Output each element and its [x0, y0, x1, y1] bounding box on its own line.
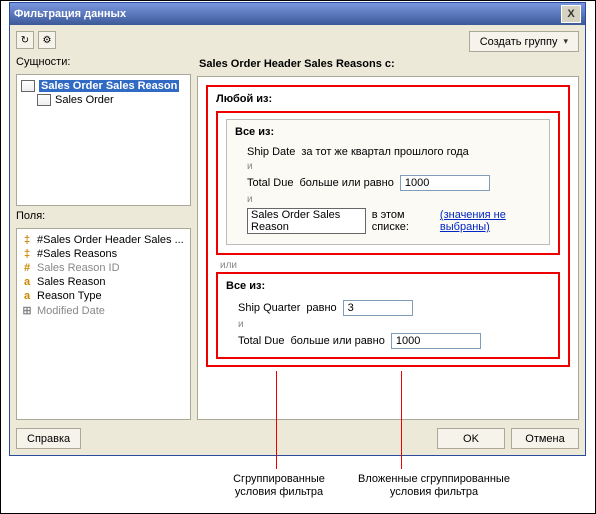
field-glyph-icon: ⊞: [21, 304, 33, 317]
outer-group: Любой из: Все из: Ship Date за тот же кв…: [206, 85, 570, 367]
field-row[interactable]: a Reason Type: [21, 289, 186, 303]
help-button[interactable]: Справка: [16, 428, 81, 449]
inner-group-2: Все из: Ship Quarter равно и Total Due б…: [216, 272, 560, 359]
cond-op[interactable]: в этом списке:: [372, 209, 434, 233]
value-input[interactable]: [343, 300, 413, 316]
titlebar: Фильтрация данных X: [10, 3, 585, 25]
field-label: Sales Reason: [37, 276, 106, 288]
callout-line: [276, 371, 277, 469]
cond-field[interactable]: Ship Date: [247, 146, 295, 158]
field-row[interactable]: a Sales Reason: [21, 275, 186, 289]
table-icon: [21, 80, 35, 92]
all-of-label[interactable]: Все из:: [235, 126, 541, 138]
cond-field[interactable]: Ship Quarter: [238, 302, 300, 314]
value-input[interactable]: [391, 333, 481, 349]
cond-op[interactable]: за тот же квартал прошлого года: [301, 146, 468, 158]
close-button[interactable]: X: [561, 5, 581, 23]
window-title: Фильтрация данных: [14, 8, 561, 20]
field-row[interactable]: # Sales Reason ID: [21, 261, 186, 275]
field-label: Modified Date: [37, 305, 105, 317]
field-glyph-icon: ‡: [21, 248, 33, 260]
cond-op[interactable]: равно: [306, 302, 336, 314]
any-of-label[interactable]: Любой из:: [216, 93, 560, 105]
value-input[interactable]: [400, 175, 490, 191]
all-of-label[interactable]: Все из:: [226, 280, 550, 292]
settings-icon[interactable]: ⚙: [38, 31, 56, 49]
field-row[interactable]: ‡ #Sales Reasons: [21, 247, 186, 261]
field-glyph-icon: ‡: [21, 234, 33, 246]
field-label: Reason Type: [37, 290, 102, 302]
callout-line: [401, 371, 402, 469]
cond-op[interactable]: больше или равно: [299, 177, 393, 189]
refresh-icon[interactable]: ↻: [16, 31, 34, 49]
or-label: или: [216, 259, 560, 272]
filter-dialog: Фильтрация данных X ↻ ⚙ Создать группу С…: [9, 2, 586, 456]
and-label: и: [235, 160, 541, 173]
conditions-header: Sales Order Header Sales Reasons с:: [199, 58, 579, 70]
field-row[interactable]: ⊞ Modified Date: [21, 303, 186, 318]
entity-root[interactable]: Sales Order Sales Reason: [39, 80, 179, 92]
callout-right: Вложенные сгруппированные условия фильтр…: [339, 473, 529, 499]
value-link[interactable]: (значения не выбраны): [440, 209, 541, 233]
field-row[interactable]: ‡ #Sales Order Header Sales ...: [21, 233, 186, 247]
fields-label: Поля:: [16, 210, 191, 222]
cond-field[interactable]: Sales Order Sales Reason: [247, 208, 366, 234]
entity-child[interactable]: Sales Order: [55, 94, 114, 106]
field-label: Sales Reason ID: [37, 262, 120, 274]
table-icon: [37, 94, 51, 106]
inner-group-1: Все из: Ship Date за тот же квартал прош…: [216, 111, 560, 255]
and-label: и: [235, 193, 541, 206]
field-label: #Sales Reasons: [37, 248, 117, 260]
entities-label: Сущности:: [16, 56, 191, 68]
conditions-panel: Любой из: Все из: Ship Date за тот же кв…: [197, 76, 579, 420]
and-label: и: [226, 318, 550, 331]
callout-left: Сгруппированные условия фильтра: [209, 473, 349, 499]
ok-button[interactable]: OK: [437, 428, 505, 449]
field-glyph-icon: #: [21, 262, 33, 274]
field-glyph-icon: a: [21, 290, 33, 302]
entities-tree[interactable]: Sales Order Sales Reason Sales Order: [16, 74, 191, 206]
field-label: #Sales Order Header Sales ...: [37, 234, 184, 246]
fields-list[interactable]: ‡#Sales Order Header Sales ...‡#Sales Re…: [16, 228, 191, 420]
cancel-button[interactable]: Отмена: [511, 428, 579, 449]
create-group-button[interactable]: Создать группу: [469, 31, 579, 52]
cond-op[interactable]: больше или равно: [290, 335, 384, 347]
cond-field[interactable]: Total Due: [238, 335, 284, 347]
cond-field[interactable]: Total Due: [247, 177, 293, 189]
field-glyph-icon: a: [21, 276, 33, 288]
